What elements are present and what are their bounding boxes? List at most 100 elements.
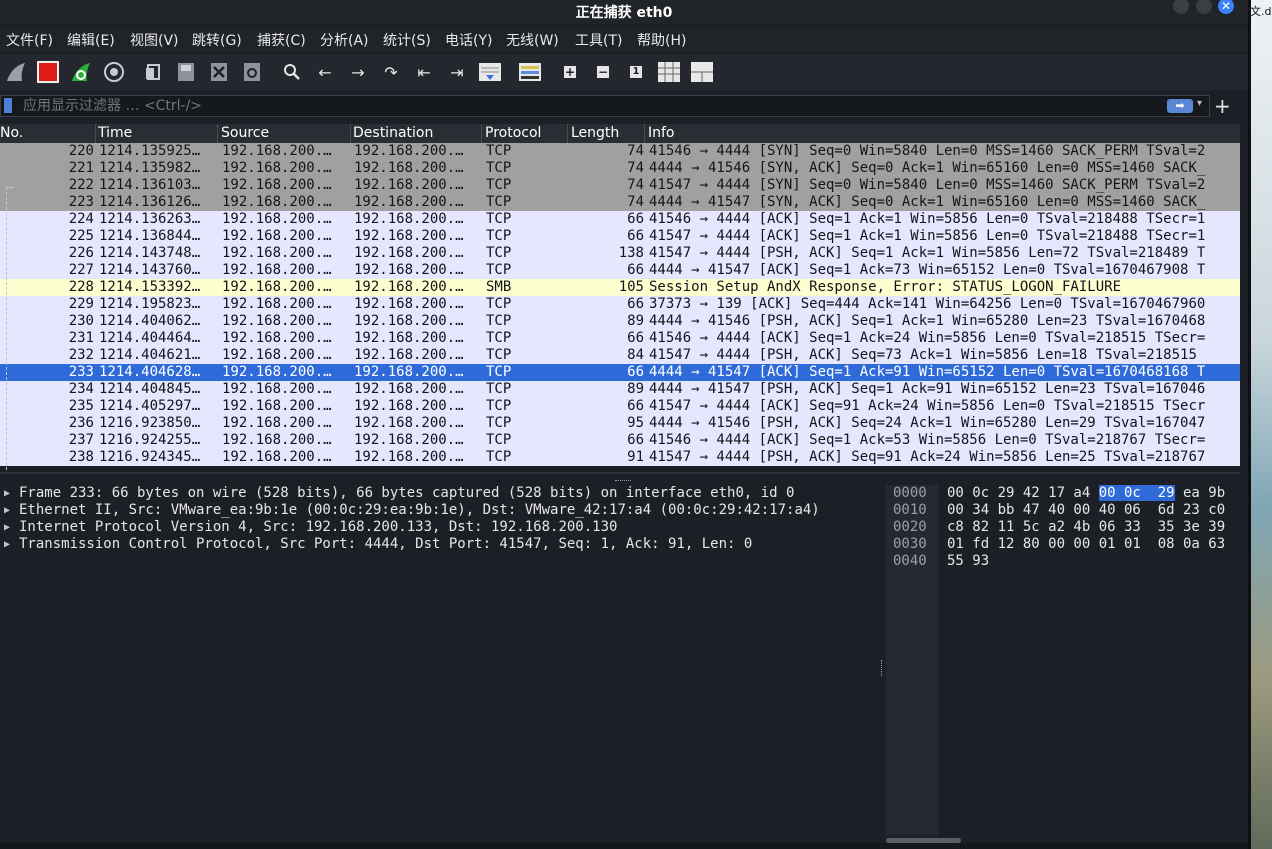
chevron-right-icon[interactable]: ▶ bbox=[4, 536, 10, 553]
cell-time: 1214.136103… bbox=[99, 177, 201, 193]
table-row[interactable]: 223 1214.136126… 192.168.200.… 192.168.200.… bbox=[0, 194, 1240, 211]
cell-destination: 192.168.200.… bbox=[354, 296, 464, 312]
chevron-right-icon[interactable]: ▶ bbox=[4, 485, 10, 502]
table-row[interactable]: 238 1216.924345… 192.168.200.… 192.168.200.… bbox=[0, 449, 1240, 466]
byte-hex-line[interactable]: 00 34 bb 47 40 00 40 06 6d 23 c0 bbox=[947, 502, 1225, 519]
add-filter-button[interactable]: + bbox=[1214, 94, 1231, 118]
table-row[interactable]: 224 1214.136263… 192.168.200.… 192.168.200.… bbox=[0, 211, 1240, 228]
menu-tools[interactable]: 工具(T) bbox=[575, 30, 622, 50]
column-header-destination[interactable]: Destination bbox=[353, 125, 433, 141]
column-header-info[interactable]: Info bbox=[648, 125, 675, 141]
column-header-length[interactable]: Length bbox=[571, 125, 619, 141]
menu-file[interactable]: 文件(F) bbox=[6, 30, 53, 50]
zoom-in-button[interactable]: + bbox=[556, 58, 584, 86]
column-separator[interactable] bbox=[481, 124, 482, 143]
table-row[interactable]: 235 1214.405297… 192.168.200.… 192.168.200.… bbox=[0, 398, 1240, 415]
table-row[interactable]: 228 1214.153392… 192.168.200.… 192.168.200.… bbox=[0, 279, 1240, 296]
display-filter-input[interactable] bbox=[23, 97, 1153, 115]
open-file-button[interactable] bbox=[139, 58, 167, 86]
first-packet-button[interactable]: ⇤ bbox=[410, 58, 438, 86]
table-row-selected[interactable]: 233 1214.404628… 192.168.200.… 192.168.200.… bbox=[0, 364, 1240, 381]
menu-view[interactable]: 视图(V) bbox=[130, 30, 179, 50]
save-file-button[interactable] bbox=[172, 58, 200, 86]
colorize-button[interactable] bbox=[516, 58, 544, 86]
cell-length: 74 bbox=[627, 143, 644, 159]
related-packet-marker bbox=[6, 187, 14, 188]
column-separator[interactable] bbox=[350, 124, 351, 143]
table-row[interactable]: 225 1214.136844… 192.168.200.… 192.168.200.… bbox=[0, 228, 1240, 245]
column-separator[interactable] bbox=[644, 124, 645, 143]
go-back-button[interactable]: ← bbox=[311, 58, 339, 86]
first-packet-icon: ⇤ bbox=[417, 62, 431, 82]
autoscroll-button[interactable] bbox=[476, 58, 504, 86]
restart-capture-button[interactable] bbox=[67, 58, 95, 86]
table-row[interactable]: 221 1214.135982… 192.168.200.… 192.168.200.… bbox=[0, 160, 1240, 177]
close-file-button[interactable] bbox=[205, 58, 233, 86]
vertical-splitter[interactable] bbox=[878, 485, 886, 843]
table-row[interactable]: 236 1216.923850… 192.168.200.… 192.168.200.… bbox=[0, 415, 1240, 432]
table-row[interactable]: 229 1214.195823… 192.168.200.… 192.168.200.… bbox=[0, 296, 1240, 313]
column-header-source[interactable]: Source bbox=[221, 125, 269, 141]
start-capture-button[interactable] bbox=[2, 58, 30, 86]
column-header-time[interactable]: Time bbox=[98, 125, 132, 141]
column-separator[interactable] bbox=[567, 124, 568, 143]
byte-hex-line[interactable]: 00 0c 29 42 17 a4 00 0c 29 ea 9b bbox=[947, 485, 1225, 502]
bookmark-icon[interactable] bbox=[4, 98, 12, 113]
capture-options-button[interactable] bbox=[100, 58, 128, 86]
cell-source: 192.168.200.… bbox=[222, 177, 332, 193]
file-close-icon bbox=[211, 63, 227, 81]
chevron-right-icon[interactable]: ▶ bbox=[4, 519, 10, 536]
table-row[interactable]: 237 1216.924255… 192.168.200.… 192.168.200.… bbox=[0, 432, 1240, 449]
byte-hex-line[interactable]: c8 82 11 5c a2 4b 06 33 35 3e 39 bbox=[947, 519, 1225, 536]
chevron-right-icon[interactable]: ▶ bbox=[4, 502, 10, 519]
column-header-protocol[interactable]: Protocol bbox=[485, 125, 541, 141]
apply-filter-button[interactable]: ➡ bbox=[1167, 99, 1193, 113]
cell-no: 229 bbox=[68, 296, 94, 312]
menu-analyze[interactable]: 分析(A) bbox=[320, 30, 369, 50]
cell-length: 105 bbox=[618, 279, 644, 295]
menu-edit[interactable]: 编辑(E) bbox=[67, 30, 115, 50]
table-row[interactable]: 232 1214.404621… 192.168.200.… 192.168.200.… bbox=[0, 347, 1240, 364]
cell-no: 236 bbox=[68, 415, 94, 431]
column-separator[interactable] bbox=[217, 124, 218, 143]
menu-statistics[interactable]: 统计(S) bbox=[383, 30, 431, 50]
cell-info: 41546 → 4444 [ACK] Seq=1 Ack=53 Win=5856… bbox=[649, 432, 1206, 448]
go-to-packet-button[interactable]: ↷ bbox=[377, 58, 405, 86]
zoom-out-button[interactable]: − bbox=[589, 58, 617, 86]
filter-history-dropdown[interactable]: ▾ bbox=[1197, 98, 1202, 109]
cell-no: 234 bbox=[68, 381, 94, 397]
cell-protocol: TCP bbox=[486, 160, 512, 176]
table-row[interactable]: 226 1214.143748… 192.168.200.… 192.168.200.… bbox=[0, 245, 1240, 262]
column-separator[interactable] bbox=[95, 124, 96, 143]
resize-columns-button[interactable] bbox=[655, 58, 683, 86]
table-row[interactable]: 227 1214.143760… 192.168.200.… 192.168.200.… bbox=[0, 262, 1240, 279]
menu-capture[interactable]: 捕获(C) bbox=[257, 30, 306, 50]
splitter-grip[interactable] bbox=[881, 660, 882, 676]
splitter-grip[interactable] bbox=[615, 480, 631, 483]
byte-hex-line[interactable]: 01 fd 12 80 00 00 01 01 08 0a 63 bbox=[947, 536, 1225, 553]
column-header-no[interactable]: No. bbox=[0, 125, 23, 141]
reload-file-button[interactable] bbox=[238, 58, 266, 86]
go-forward-button[interactable]: → bbox=[344, 58, 372, 86]
menu-help[interactable]: 帮助(H) bbox=[637, 30, 686, 50]
shark-fin-icon bbox=[7, 63, 25, 81]
cell-destination: 192.168.200.… bbox=[354, 347, 464, 363]
cell-no: 231 bbox=[68, 330, 94, 346]
normal-size-button[interactable]: 1 bbox=[622, 58, 650, 86]
table-row[interactable]: 220 1214.135925… 192.168.200.… 192.168.200.… bbox=[0, 143, 1240, 160]
stop-capture-button[interactable] bbox=[34, 58, 62, 86]
menu-telephony[interactable]: 电话(Y) bbox=[445, 30, 492, 50]
cell-protocol: TCP bbox=[486, 245, 512, 261]
menu-wireless[interactable]: 无线(W) bbox=[506, 30, 559, 50]
menu-go[interactable]: 跳转(G) bbox=[192, 30, 242, 50]
layout-button[interactable] bbox=[688, 58, 716, 86]
table-row[interactable]: 230 1214.404062… 192.168.200.… 192.168.200.… bbox=[0, 313, 1240, 330]
table-row[interactable]: 234 1214.404845… 192.168.200.… 192.168.200.… bbox=[0, 381, 1240, 398]
last-packet-button[interactable]: ⇥ bbox=[443, 58, 471, 86]
table-row[interactable]: 222 1214.136103… 192.168.200.… 192.168.200.… bbox=[0, 177, 1240, 194]
table-row[interactable]: 231 1214.404464… 192.168.200.… 192.168.200.… bbox=[0, 330, 1240, 347]
cell-protocol: TCP bbox=[486, 415, 512, 431]
find-packet-button[interactable] bbox=[278, 58, 306, 86]
byte-hex-line[interactable]: 55 93 bbox=[947, 553, 989, 570]
cell-time: 1214.195823… bbox=[99, 296, 201, 312]
